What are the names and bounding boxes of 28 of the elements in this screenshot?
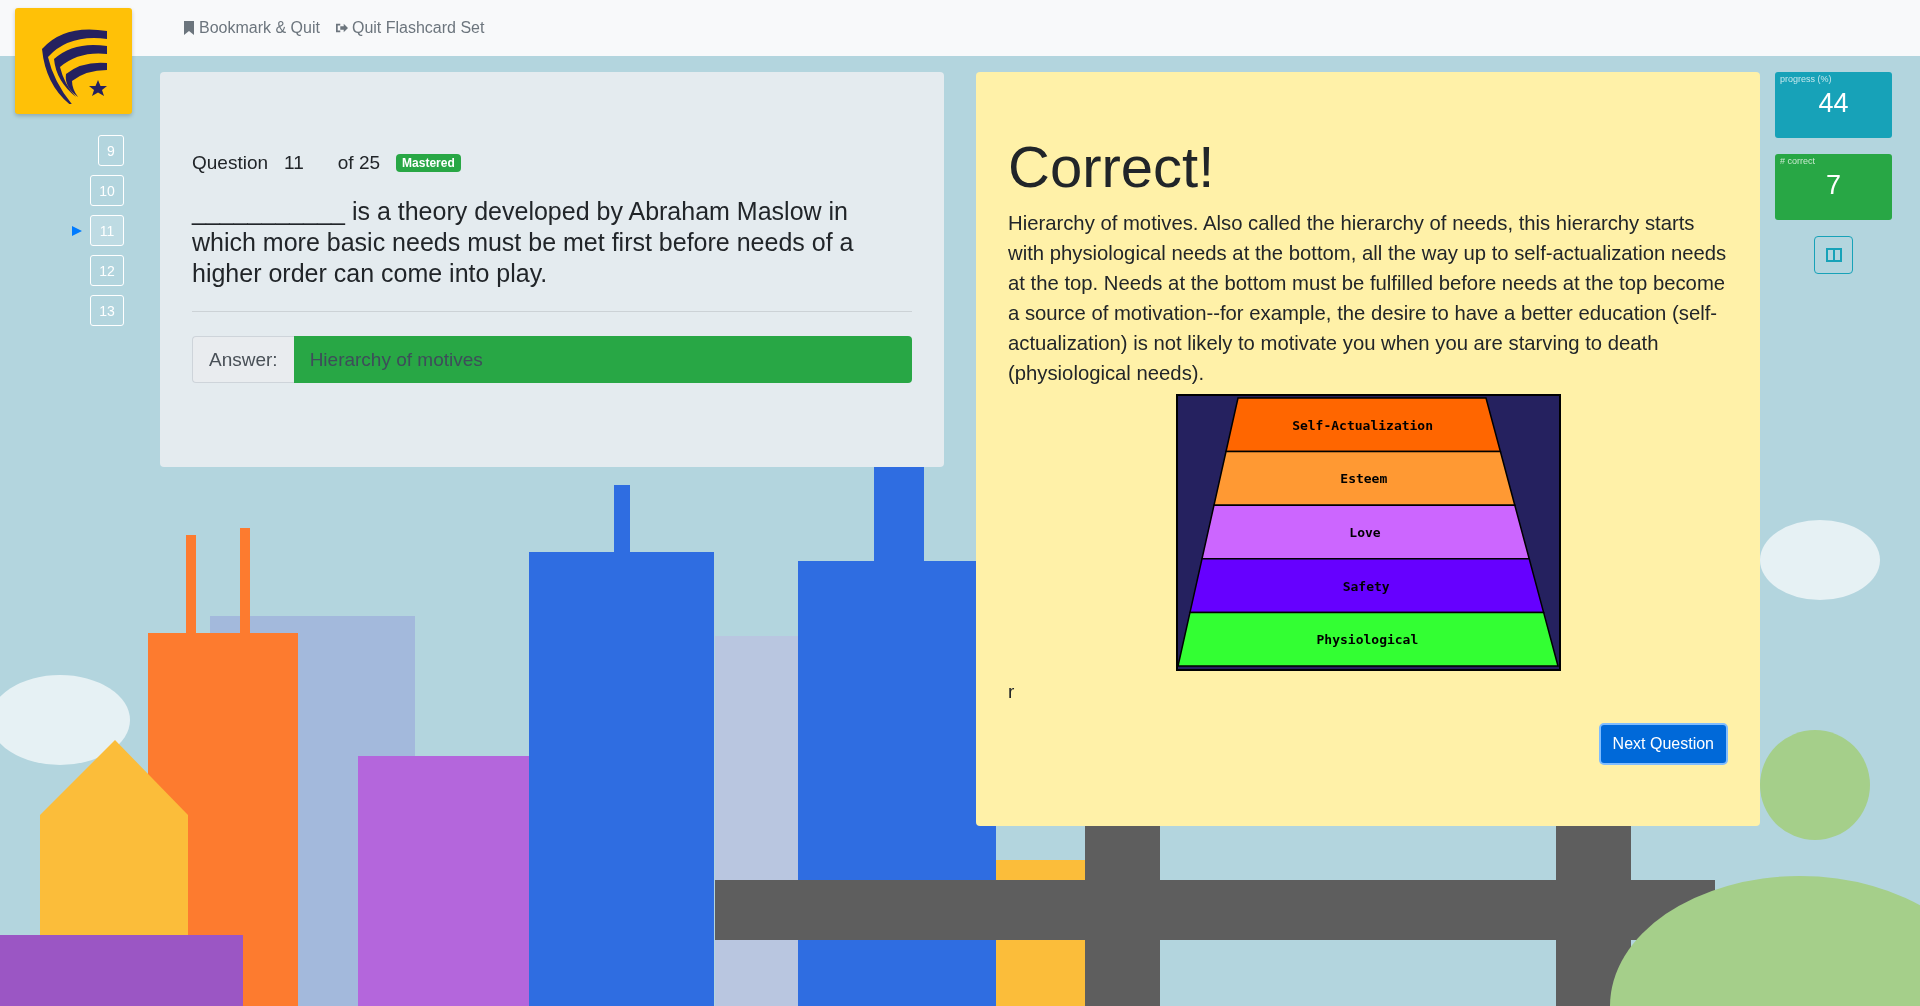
question-number-button[interactable]: 10	[90, 175, 124, 206]
mastered-badge: Mastered	[396, 154, 461, 172]
sign-out-icon	[335, 21, 348, 35]
answer-label: Answer:	[192, 336, 294, 383]
hierarchy-pyramid-diagram: Self-Actualization Esteem Love Safety Physiological	[1175, 394, 1561, 671]
result-heading: Correct!	[1008, 133, 1216, 201]
stat-label: progress (%)	[1779, 73, 1833, 86]
layout-toggle-button[interactable]	[1814, 236, 1853, 274]
bookmark-icon	[183, 21, 195, 35]
explanation-text: Hierarchy of motives. Also called the hierarchy of needs, this hierarchy starts with physiological needs at the bottom, all the way up to self-actualization needs at the top. Needs at the bottom must be fulfilled before needs at the top become a source of motivation--for example, the desire to have a better education (self-actualization) is not likely to motivate you when you are starving to death (physiological needs).	[1008, 211, 1728, 386]
stat-value: 7	[1826, 170, 1841, 201]
stat-label: # correct	[1779, 155, 1816, 168]
question-number-button[interactable]: 11	[90, 215, 124, 246]
logo[interactable]	[15, 8, 132, 114]
question-label: Question	[192, 152, 269, 174]
columns-icon	[1825, 248, 1842, 262]
nav-link[interactable]: Quit Flashcard Set	[335, 19, 485, 37]
question-number-button[interactable]: 13	[90, 295, 124, 326]
nav-link[interactable]: Bookmark & Quit	[183, 19, 320, 37]
question-number: 11	[284, 152, 304, 174]
question-total: of 25	[337, 152, 381, 174]
note-text: r	[1008, 681, 1015, 703]
stat-value: 44	[1818, 88, 1849, 119]
question-number-button[interactable]: 12	[90, 255, 124, 286]
question-number-button[interactable]: 9	[98, 135, 124, 166]
next-question-button[interactable]: Next Question	[1598, 723, 1728, 765]
question-text: ___________ is a theory developed by Abraham Maslow in which more basic needs must be met first before needs of a higher order can come into play.	[192, 196, 855, 289]
answer-field[interactable]: Hierarchy of motives	[293, 336, 912, 383]
